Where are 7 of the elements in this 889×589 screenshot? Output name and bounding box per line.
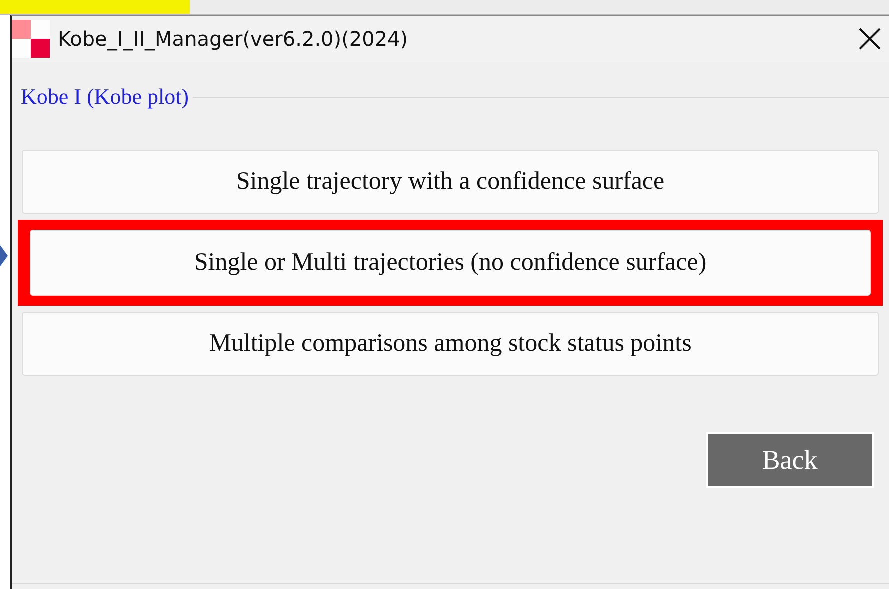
option-button[interactable]: Single trajectory with a confidence surface — [22, 150, 879, 214]
option-button[interactable]: Multiple comparisons among stock status points — [22, 312, 879, 376]
group-label: Kobe I (Kobe plot) — [21, 84, 190, 110]
back-button[interactable]: Back — [708, 434, 872, 486]
window-title: Kobe_I_II_Manager(ver6.2.0)(2024) — [58, 27, 410, 51]
option-button[interactable]: Single or Multi trajectories (no confidence surface) — [30, 230, 871, 296]
arrow-tip-icon — [0, 245, 8, 267]
